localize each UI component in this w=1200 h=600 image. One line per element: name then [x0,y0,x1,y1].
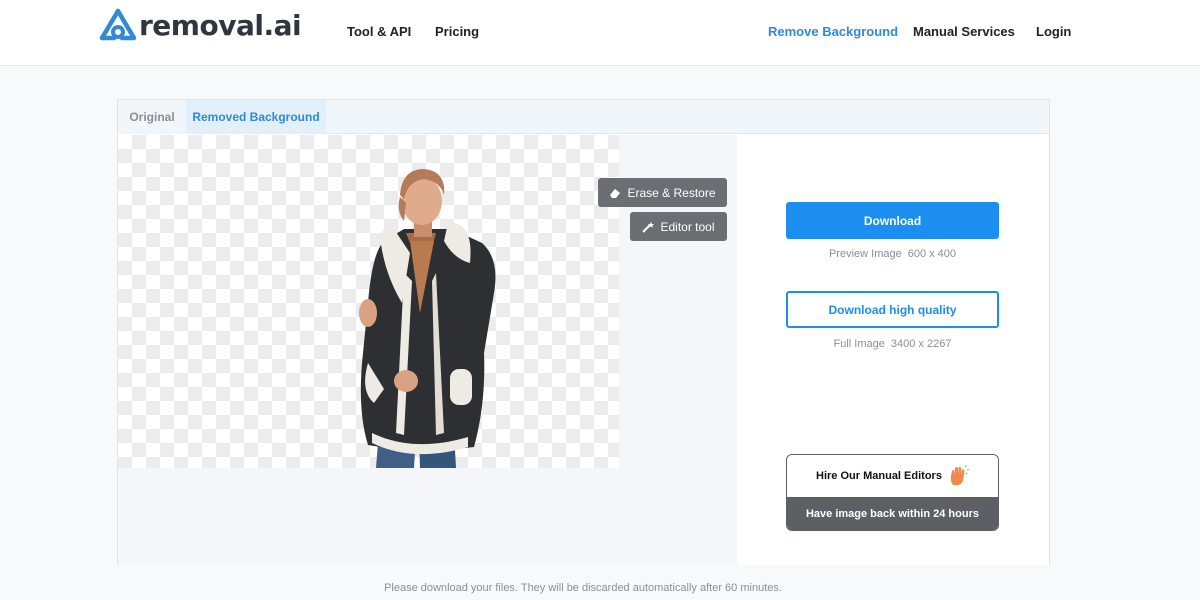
tab-original[interactable]: Original [118,100,186,134]
logo-text: removal.ai [139,8,302,42]
transparent-background-preview [118,135,619,468]
tab-removed-background[interactable]: Removed Background [186,100,326,134]
nav-manual-services[interactable]: Manual Services [913,24,1015,39]
magic-wand-icon [642,221,655,233]
download-button[interactable]: Download [786,202,999,239]
top-header: removal.ai Tool & API Pricing Remove Bac… [0,0,1200,66]
preview-area: Erase & Restore Editor tool [118,135,737,565]
preview-image-info: Preview Image 600 x 400 [786,248,999,260]
hire-manual-editors-button[interactable]: Hire Our Manual Editors Have image back … [786,454,999,531]
full-image-size: 3400 x 2267 [890,338,952,350]
view-tabs: Original Removed Background [118,100,1049,134]
waving-hand-icon [950,465,969,485]
nav-remove-background[interactable]: Remove Background [768,24,898,39]
full-image-info: Full Image 3400 x 2267 [786,338,999,350]
discard-notice: Please download your files. They will be… [384,582,782,594]
nav-pricing[interactable]: Pricing [435,24,479,39]
removal-ai-logo[interactable]: removal.ai [98,7,302,43]
nav-login[interactable]: Login [1036,24,1071,39]
erase-restore-button[interactable]: Erase & Restore [598,178,727,207]
preview-image-label: Preview Image [828,248,902,260]
erase-restore-label: Erase & Restore [627,185,716,200]
result-card: Original Removed Background Erase & Rest… [117,99,1050,565]
eraser-icon [610,188,621,198]
editor-tool-label: Editor tool [660,219,715,234]
hire-title: Hire Our Manual Editors [816,470,942,482]
preview-image-size: 600 x 400 [907,248,957,260]
nav-tool-api[interactable]: Tool & API [347,24,411,39]
cutout-image [359,169,496,468]
download-high-quality-button[interactable]: Download high quality [786,291,999,328]
full-image-label: Full Image [833,338,885,350]
hire-title-row: Hire Our Manual Editors [787,455,998,497]
hire-subtitle: Have image back within 24 hours [787,497,998,530]
logo-icon [99,8,137,41]
editor-tool-button[interactable]: Editor tool [630,212,727,241]
